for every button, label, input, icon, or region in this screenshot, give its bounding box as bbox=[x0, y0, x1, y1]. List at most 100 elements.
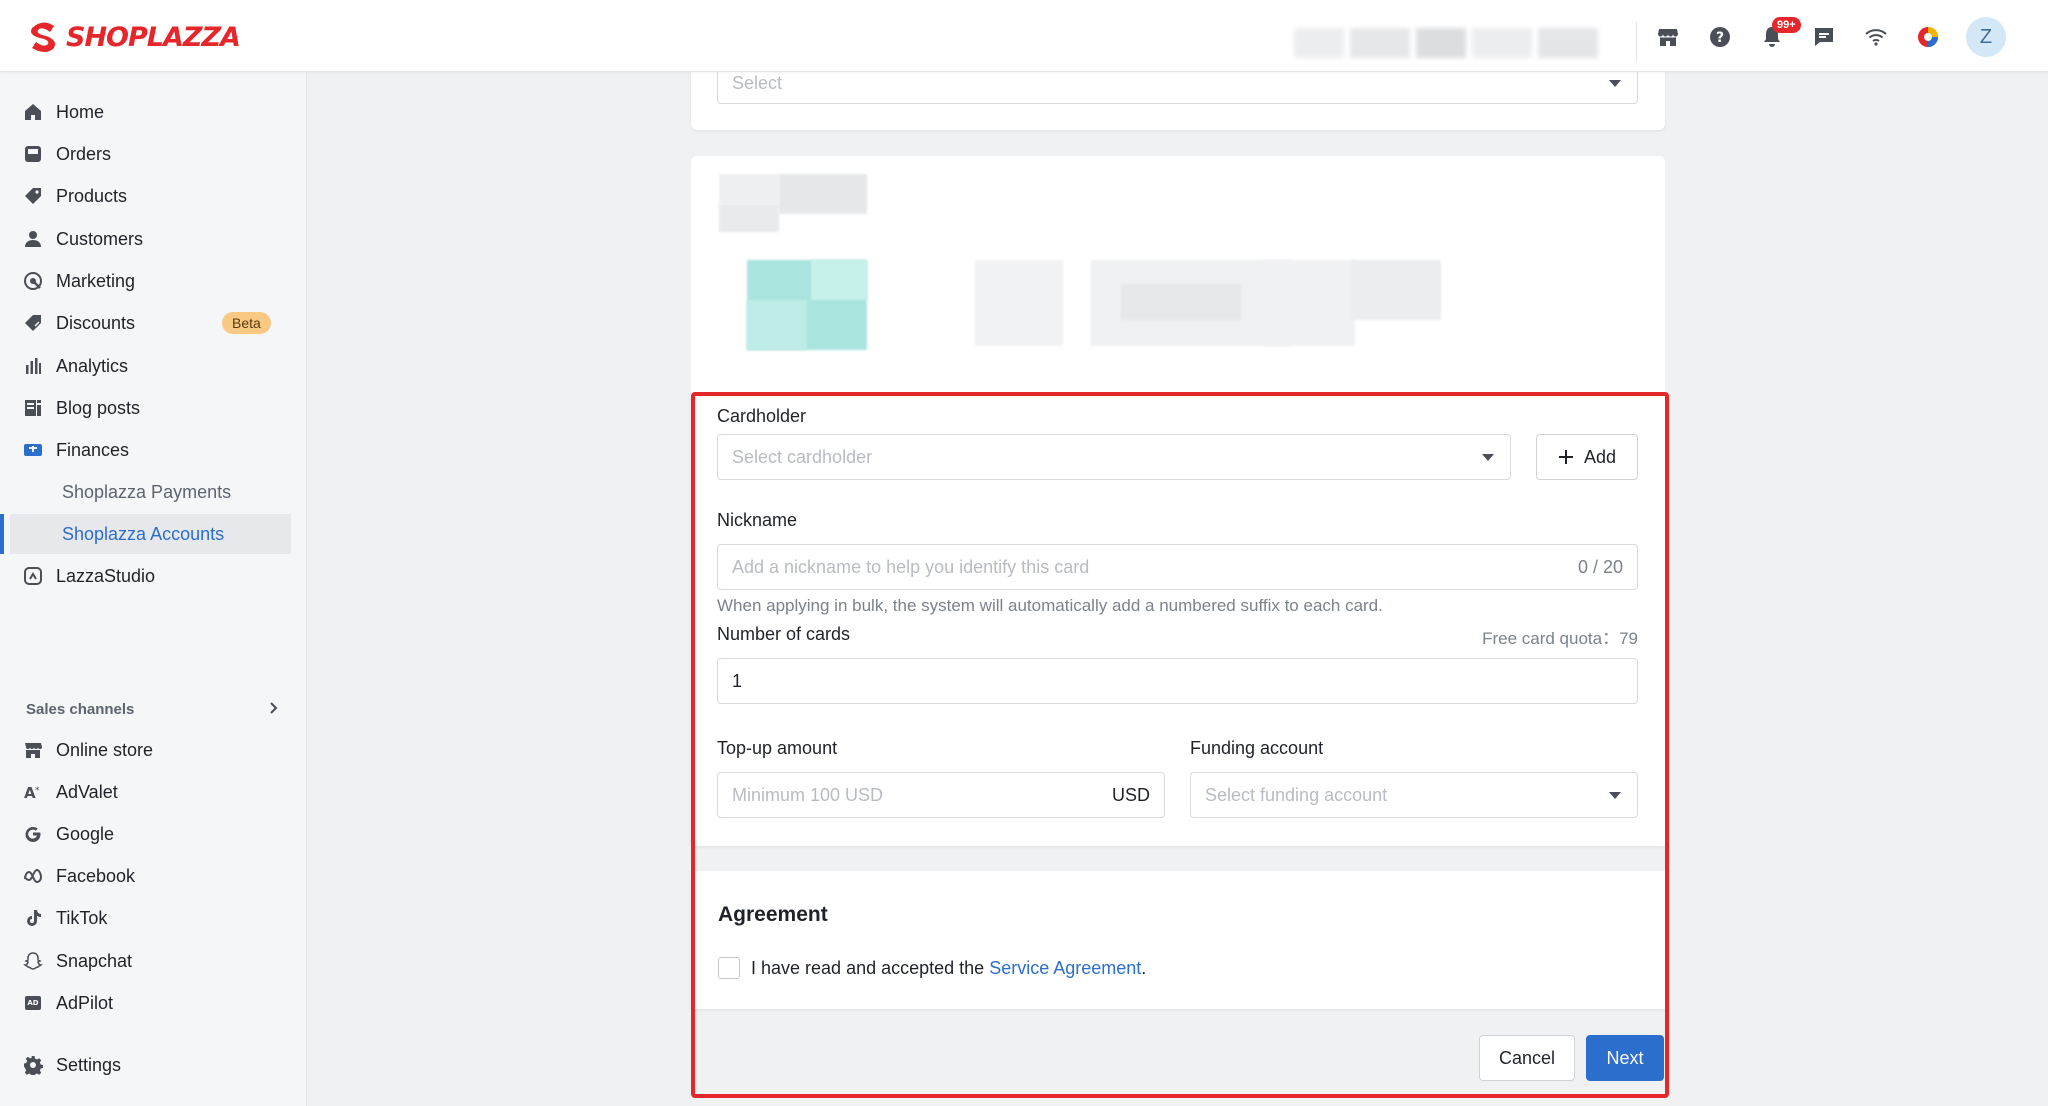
sidebar-item-products[interactable]: Products bbox=[0, 176, 300, 216]
blurred-block bbox=[719, 174, 779, 204]
sidebar-item-label: AdValet bbox=[56, 781, 118, 802]
sidebar-item-label: Orders bbox=[56, 143, 112, 164]
caret-down-icon bbox=[1609, 80, 1621, 87]
nickname-label: Nickname bbox=[717, 510, 798, 530]
avatar[interactable]: Z bbox=[1966, 17, 2006, 57]
beta-badge: Beta bbox=[222, 312, 271, 334]
store-icon bbox=[22, 739, 44, 761]
agreement-title: Agreement bbox=[718, 903, 828, 926]
agreement-text-before: I have read and accepted the bbox=[751, 958, 990, 978]
sidebar-item-label: Snapchat bbox=[56, 950, 133, 971]
blurred-store-name bbox=[1294, 28, 1614, 58]
nickname-placeholder: Add a nickname to help you identify this… bbox=[732, 556, 1090, 577]
tiktok-icon bbox=[22, 907, 44, 929]
inbox-icon bbox=[22, 143, 44, 165]
card-form: Cardholder Select cardholder Add Nicknam… bbox=[691, 396, 1665, 846]
blurred-card bbox=[691, 156, 1665, 396]
blurred-image bbox=[811, 260, 867, 300]
topup-placeholder: Minimum 100 USD bbox=[732, 784, 884, 805]
next-button[interactable]: Next bbox=[1586, 1035, 1664, 1081]
help-icon[interactable]: ? bbox=[1704, 21, 1736, 53]
add-button-label: Add bbox=[1583, 446, 1617, 467]
nickname-counter: 0 / 20 bbox=[1577, 556, 1623, 577]
nickname-input[interactable]: Add a nickname to help you identify this… bbox=[717, 544, 1638, 590]
sidebar-item-label: Products bbox=[56, 185, 128, 206]
shoplazza-logo[interactable]: SHOPLAZZA bbox=[28, 18, 241, 56]
brand-name: SHOPLAZZA bbox=[66, 21, 241, 53]
sidebar-item-online-store[interactable]: Online store bbox=[0, 730, 300, 770]
sidebar-item-snapchat[interactable]: Snapchat bbox=[0, 941, 300, 981]
cancel-button[interactable]: Cancel bbox=[1479, 1035, 1575, 1081]
shoplazza-logo-icon bbox=[31, 22, 55, 52]
bar-chart-icon bbox=[22, 355, 44, 377]
sidebar-item-discounts[interactable]: Discounts Beta bbox=[0, 303, 300, 343]
sidebar-item-label: Blog posts bbox=[56, 397, 141, 418]
cardholder-select[interactable]: Select cardholder bbox=[717, 434, 1511, 480]
free-card-quota: Free card quota：79 bbox=[1482, 629, 1638, 648]
advalet-icon: A * bbox=[22, 781, 44, 803]
chat-icon[interactable] bbox=[1808, 21, 1840, 53]
browser-icon[interactable] bbox=[1912, 21, 1944, 53]
bell-icon[interactable]: 99+ bbox=[1756, 17, 1801, 53]
sidebar-item-settings[interactable]: Settings bbox=[0, 1045, 300, 1085]
sidebar-item-label: Finances bbox=[56, 439, 130, 460]
gear-icon bbox=[22, 1054, 44, 1076]
card-agreement: Agreement I have read and accepted the S… bbox=[691, 871, 1665, 1009]
sidebar-item-marketing[interactable]: Marketing bbox=[0, 261, 300, 301]
chevron-right-icon[interactable] bbox=[266, 700, 282, 716]
sidebar-item-home[interactable]: Home bbox=[0, 92, 300, 132]
topup-amount-input[interactable]: Minimum 100 USD USD bbox=[717, 772, 1165, 818]
sidebar-item-lazzastudio[interactable]: LazzaStudio bbox=[0, 556, 300, 596]
sidebar-item-label: Facebook bbox=[56, 865, 136, 886]
sidebar-subitem-shoplazza-accounts[interactable]: Shoplazza Accounts bbox=[0, 514, 291, 554]
caret-down-icon bbox=[1482, 454, 1494, 461]
sidebar-subitem-label: Shoplazza Accounts bbox=[62, 523, 225, 544]
caret-down-icon bbox=[1609, 792, 1621, 799]
sidebar-item-analytics[interactable]: Analytics bbox=[0, 346, 300, 386]
sidebar-item-google[interactable]: Google bbox=[0, 814, 300, 854]
agreement-checkbox[interactable] bbox=[718, 957, 740, 979]
blurred-block bbox=[719, 204, 779, 232]
blurred-block bbox=[1121, 284, 1241, 320]
sidebar-item-orders[interactable]: Orders bbox=[0, 134, 300, 174]
sidebar-item-tiktok[interactable]: TikTok bbox=[0, 898, 300, 938]
blurred-block bbox=[779, 174, 867, 214]
svg-text:AD: AD bbox=[27, 999, 38, 1007]
lazzastudio-icon bbox=[22, 565, 44, 587]
sidebar-item-label: AdPilot bbox=[56, 992, 114, 1013]
agreement-text-after: . bbox=[1141, 958, 1147, 978]
sidebar-item-label: Settings bbox=[56, 1054, 122, 1075]
number-of-cards-input[interactable]: 1 bbox=[717, 658, 1638, 704]
blurred-block bbox=[1265, 260, 1355, 346]
svg-text:?: ? bbox=[1716, 30, 1724, 46]
sidebar-item-label: Marketing bbox=[56, 270, 136, 291]
meta-icon bbox=[22, 865, 44, 887]
blurred-image bbox=[747, 300, 807, 350]
sidebar-item-label: Discounts bbox=[56, 312, 136, 333]
cardholder-label: Cardholder bbox=[717, 406, 807, 426]
sidebar-item-advalet[interactable]: A * AdValet bbox=[0, 772, 300, 812]
home-icon bbox=[22, 101, 44, 123]
svg-text:*: * bbox=[35, 786, 40, 796]
wifi-icon[interactable] bbox=[1860, 21, 1892, 53]
sidebar-subitem-shoplazza-payments[interactable]: Shoplazza Payments bbox=[10, 472, 291, 512]
sidebar-item-blog-posts[interactable]: Blog posts bbox=[0, 388, 300, 428]
snapchat-icon bbox=[22, 950, 44, 972]
sidebar-item-finances[interactable]: Finances bbox=[0, 430, 300, 470]
target-icon bbox=[22, 270, 44, 292]
person-icon bbox=[22, 228, 44, 250]
notification-badge: 99+ bbox=[1772, 17, 1801, 33]
sidebar-item-facebook[interactable]: Facebook bbox=[0, 856, 300, 896]
topup-amount-label: Top-up amount bbox=[717, 738, 838, 758]
blurred-block bbox=[1351, 260, 1441, 320]
finance-icon bbox=[22, 439, 44, 461]
funding-account-select[interactable]: Select funding account bbox=[1190, 772, 1638, 818]
sidebar-item-label: LazzaStudio bbox=[56, 565, 156, 586]
sidebar-item-label: Online store bbox=[56, 739, 154, 760]
add-cardholder-button[interactable]: Add bbox=[1536, 434, 1638, 480]
funding-account-label: Funding account bbox=[1190, 738, 1324, 758]
sidebar-item-customers[interactable]: Customers bbox=[0, 219, 300, 259]
sidebar-item-adpilot[interactable]: AD AdPilot bbox=[0, 983, 300, 1023]
service-agreement-link[interactable]: Service Agreement bbox=[989, 958, 1141, 978]
store-icon[interactable] bbox=[1652, 21, 1684, 53]
